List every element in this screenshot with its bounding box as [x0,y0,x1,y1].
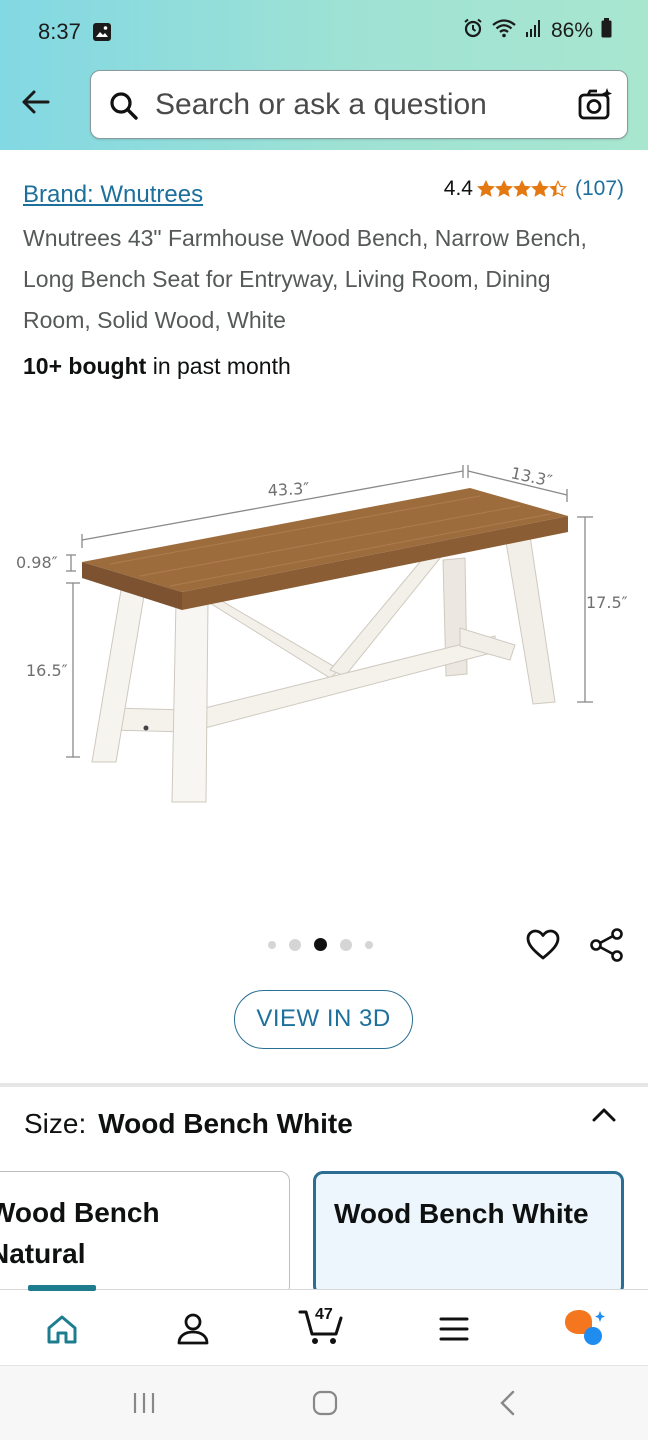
account-icon[interactable] [176,1312,210,1351]
clock: 8:37 [38,19,81,44]
home-icon[interactable] [46,1314,78,1351]
carousel-dot[interactable] [340,938,352,951]
search-bar[interactable]: Search or ask a question [90,70,628,139]
bottom-nav: 47 [0,1285,648,1365]
brand-link[interactable]: Brand: Wnutrees [23,181,203,209]
rufus-icon[interactable] [562,1308,608,1353]
status-icons: 86% [463,18,612,44]
carousel-dot[interactable] [314,938,327,951]
battery-level: 86% [550,19,593,42]
star-icon [512,180,531,197]
star-icon [548,180,567,197]
size-option-white[interactable]: Wood Bench White [313,1171,624,1296]
dim-height: 17.5″ [586,593,628,612]
battery-icon [601,18,612,44]
signal-icon [525,18,543,44]
heart-icon[interactable] [525,927,561,968]
star-icon [476,180,495,197]
recent-apps-icon[interactable] [131,1390,157,1421]
home-button-icon[interactable] [312,1390,338,1421]
size-selector-label: Size: Wood Bench White [24,1108,353,1140]
cart-icon[interactable]: 47 [298,1306,346,1353]
search-icon [109,91,139,126]
search-input[interactable]: Search or ask a question [155,88,487,122]
rating-value: 4.4 [443,177,473,200]
dim-top: 0.98″ [16,553,58,572]
dim-length: 43.3″ [267,479,310,500]
star-icon [494,180,513,197]
system-nav-bar [0,1365,648,1440]
dim-depth: 13.3″ [509,463,554,490]
size-option-line2: Natural [0,1238,86,1269]
size-option-label: Wood Bench White [334,1198,589,1229]
dim-leg: 16.5″ [26,661,68,680]
rating-summary[interactable]: 4.4 (107) [444,177,624,201]
purchase-count: 10+ bought in past month [23,353,291,380]
bought-strong: 10+ bought [23,353,147,379]
section-divider [0,1083,648,1087]
camera-icon[interactable] [577,87,613,128]
share-icon[interactable] [589,927,625,968]
status-bar: 8:37 86% [0,0,648,64]
size-option-natural[interactable]: Wood Bench Natural [0,1171,290,1296]
bought-rest: in past month [146,353,291,379]
star-icon [530,180,549,197]
carousel-dot[interactable] [365,940,373,949]
star-rating [476,180,567,198]
alarm-icon [463,18,483,44]
carousel-dot[interactable] [289,938,301,951]
size-label: Size: [24,1108,87,1139]
active-tab-indicator [28,1285,96,1291]
cart-count: 47 [315,1306,333,1323]
gallery-icon [92,22,112,47]
chevron-up-icon[interactable] [590,1104,618,1131]
size-selected: Wood Bench White [98,1108,353,1139]
menu-icon[interactable] [438,1314,470,1349]
view-in-3d-button[interactable]: VIEW IN 3D [234,990,413,1049]
carousel-dot[interactable] [268,940,276,949]
system-back-icon[interactable] [497,1390,517,1421]
carousel-dots[interactable] [268,938,373,951]
size-option-line1: Wood Bench [0,1197,160,1228]
product-title: Wnutrees 43" Farmhouse Wood Bench, Narro… [23,225,587,333]
review-count[interactable]: (107) [575,177,624,201]
product-image[interactable]: 43.3″ 13.3″ 0.98″ 17.5″ 16.5″ [0,440,648,840]
back-arrow-icon[interactable] [18,84,54,120]
header: 8:37 86% Search or ask a question [0,0,648,150]
wifi-icon [491,18,517,44]
